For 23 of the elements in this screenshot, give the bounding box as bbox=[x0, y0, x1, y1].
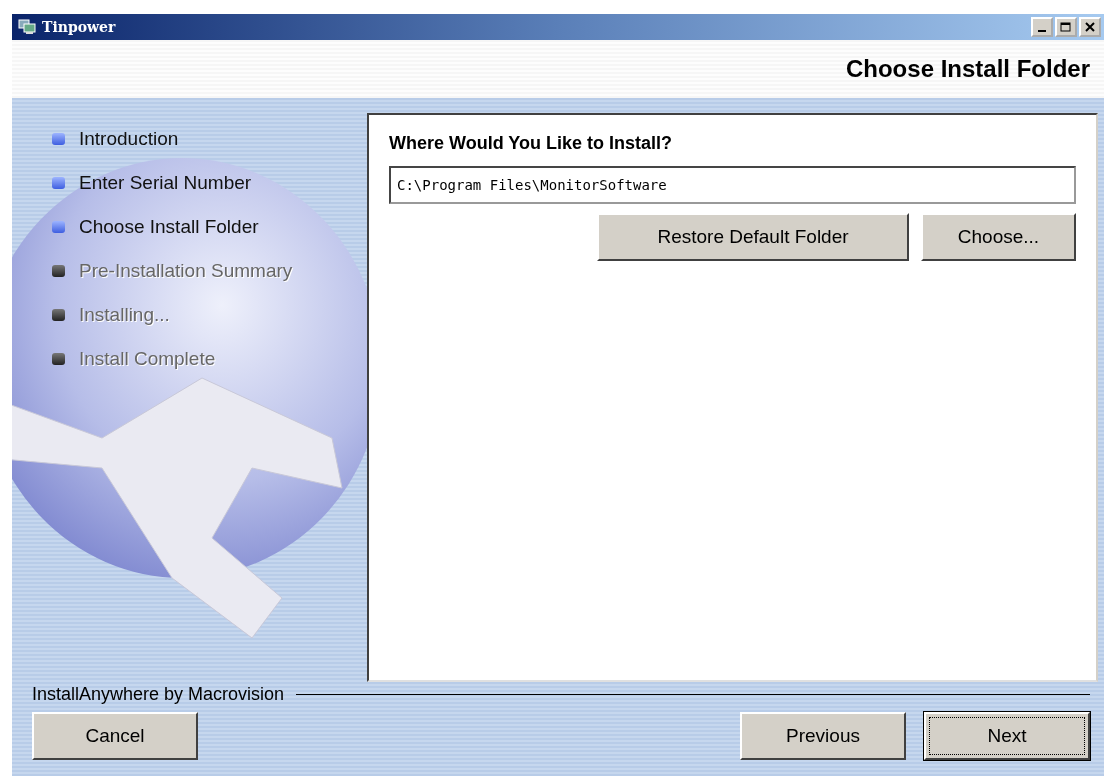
computers-icon bbox=[18, 19, 36, 35]
step-label: Choose Install Folder bbox=[79, 215, 259, 238]
dialog-button[interactable]: Previous bbox=[740, 712, 906, 760]
maximize-icon bbox=[1060, 21, 1072, 33]
brand-label: InstallAnywhere by Macrovision bbox=[32, 684, 285, 705]
step-label: Install Complete bbox=[79, 347, 216, 370]
folder-path-field[interactable]: C:\Program Files\MonitorSoftware bbox=[389, 166, 1076, 204]
default-button[interactable]: Next bbox=[924, 712, 1090, 760]
close-button[interactable] bbox=[1079, 17, 1101, 37]
minimize-button[interactable] bbox=[1031, 17, 1053, 37]
panel-heading: Where Would You Like to Install? bbox=[389, 133, 674, 154]
maximize-button[interactable] bbox=[1055, 17, 1077, 37]
step-label: Pre-Installation Summary bbox=[79, 259, 293, 282]
step-label: Introduction bbox=[79, 127, 179, 150]
close-icon bbox=[1085, 22, 1095, 32]
dialog-button[interactable]: Restore Default Folder bbox=[597, 213, 909, 261]
minimize-icon bbox=[1038, 30, 1046, 32]
step-label: Enter Serial Number bbox=[79, 171, 252, 194]
dialog-button[interactable]: Choose... bbox=[921, 213, 1076, 261]
page-title: Choose Install Folder bbox=[845, 55, 1090, 83]
dialog-button[interactable]: Cancel bbox=[32, 712, 198, 760]
step-label: Installing... bbox=[79, 303, 170, 326]
window-title: Tinpower bbox=[42, 19, 117, 35]
